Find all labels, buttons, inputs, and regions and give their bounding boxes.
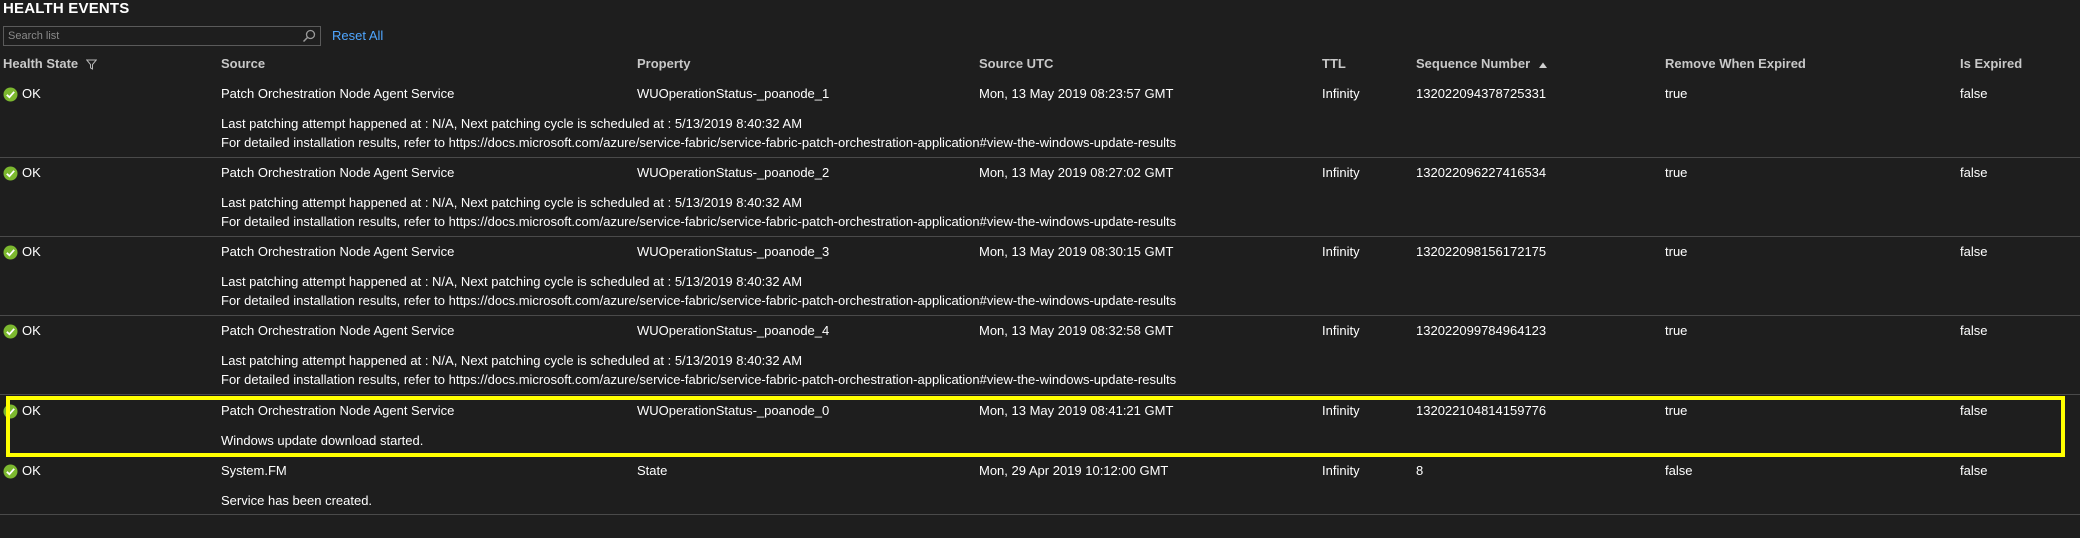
ok-check-icon bbox=[3, 404, 18, 419]
is-expired-cell: false bbox=[1960, 244, 1988, 259]
ttl-cell: Infinity bbox=[1322, 86, 1360, 101]
remove-when-expired-cell: true bbox=[1665, 244, 1688, 259]
source-cell: System.FM bbox=[221, 463, 287, 478]
ttl-cell: Infinity bbox=[1322, 165, 1360, 180]
column-header-sequence-number[interactable]: Sequence Number bbox=[1416, 56, 1548, 71]
ok-check-icon bbox=[3, 166, 18, 181]
health-state-text: OK bbox=[22, 323, 41, 338]
description-line: Service has been created. bbox=[221, 493, 373, 508]
search-box[interactable] bbox=[3, 26, 321, 46]
source-utc-cell: Mon, 29 Apr 2019 10:12:00 GMT bbox=[979, 463, 1169, 478]
ttl-cell: Infinity bbox=[1322, 463, 1360, 478]
table-row[interactable]: OK System.FM State Mon, 29 Apr 2019 10:1… bbox=[0, 463, 2080, 515]
sequence-number-cell: 132022104814159776 bbox=[1416, 403, 1547, 418]
description-line: Last patching attempt happened at : N/A,… bbox=[221, 274, 803, 289]
column-header-health-state[interactable]: Health State bbox=[3, 56, 98, 71]
reset-all-link[interactable]: Reset All bbox=[332, 28, 383, 43]
remove-when-expired-cell: true bbox=[1665, 165, 1688, 180]
search-input[interactable] bbox=[8, 28, 298, 44]
ok-check-icon bbox=[3, 245, 18, 260]
property-cell: WUOperationStatus-_poanode_3 bbox=[637, 244, 830, 259]
is-expired-cell: false bbox=[1960, 165, 1988, 180]
table-row[interactable]: OK Patch Orchestration Node Agent Servic… bbox=[0, 165, 2080, 237]
description-line: For detailed installation results, refer… bbox=[221, 293, 1177, 308]
column-header-source-utc[interactable]: Source UTC bbox=[979, 56, 1053, 71]
remove-when-expired-cell: true bbox=[1665, 403, 1688, 418]
sequence-number-cell: 132022096227416534 bbox=[1416, 165, 1547, 180]
property-cell: State bbox=[637, 463, 668, 478]
health-state-text: OK bbox=[22, 244, 41, 259]
source-utc-cell: Mon, 13 May 2019 08:32:58 GMT bbox=[979, 323, 1174, 338]
description-line: For detailed installation results, refer… bbox=[221, 214, 1177, 229]
is-expired-cell: false bbox=[1960, 463, 1988, 478]
is-expired-cell: false bbox=[1960, 323, 1988, 338]
remove-when-expired-cell: true bbox=[1665, 86, 1688, 101]
remove-when-expired-cell: true bbox=[1665, 323, 1688, 338]
source-cell: Patch Orchestration Node Agent Service bbox=[221, 244, 455, 259]
sequence-number-cell: 8 bbox=[1416, 463, 1424, 478]
table-row[interactable]: OK Patch Orchestration Node Agent Servic… bbox=[0, 323, 2080, 395]
description-line: Last patching attempt happened at : N/A,… bbox=[221, 353, 803, 368]
source-cell: Patch Orchestration Node Agent Service bbox=[221, 165, 455, 180]
property-cell: WUOperationStatus-_poanode_2 bbox=[637, 165, 830, 180]
column-header-label: Sequence Number bbox=[1416, 56, 1531, 71]
ok-check-icon bbox=[3, 87, 18, 102]
sort-ascending-icon[interactable] bbox=[1538, 61, 1548, 69]
source-utc-cell: Mon, 13 May 2019 08:27:02 GMT bbox=[979, 165, 1174, 180]
column-header-source[interactable]: Source bbox=[221, 56, 265, 71]
description-line: For detailed installation results, refer… bbox=[221, 372, 1177, 387]
source-cell: Patch Orchestration Node Agent Service bbox=[221, 403, 455, 418]
column-header-is-expired[interactable]: Is Expired bbox=[1960, 56, 2022, 71]
source-cell: Patch Orchestration Node Agent Service bbox=[221, 323, 455, 338]
sequence-number-cell: 132022099784964123 bbox=[1416, 323, 1547, 338]
source-cell: Patch Orchestration Node Agent Service bbox=[221, 86, 455, 101]
source-utc-cell: Mon, 13 May 2019 08:23:57 GMT bbox=[979, 86, 1174, 101]
description-line: For detailed installation results, refer… bbox=[221, 135, 1177, 150]
is-expired-cell: false bbox=[1960, 86, 1988, 101]
sequence-number-cell: 132022094378725331 bbox=[1416, 86, 1547, 101]
description-line: Windows update download started. bbox=[221, 433, 424, 448]
ttl-cell: Infinity bbox=[1322, 323, 1360, 338]
column-header-label: Health State bbox=[3, 56, 79, 71]
description-line: Last patching attempt happened at : N/A,… bbox=[221, 116, 803, 131]
property-cell: WUOperationStatus-_poanode_4 bbox=[637, 323, 830, 338]
sequence-number-cell: 132022098156172175 bbox=[1416, 244, 1547, 259]
table-row[interactable]: OK Patch Orchestration Node Agent Servic… bbox=[0, 86, 2080, 158]
source-utc-cell: Mon, 13 May 2019 08:41:21 GMT bbox=[979, 403, 1174, 418]
table-row[interactable]: OK Patch Orchestration Node Agent Servic… bbox=[0, 244, 2080, 316]
ok-check-icon bbox=[3, 464, 18, 479]
table-row[interactable]: OK Patch Orchestration Node Agent Servic… bbox=[0, 403, 2080, 455]
remove-when-expired-cell: false bbox=[1665, 463, 1693, 478]
ttl-cell: Infinity bbox=[1322, 403, 1360, 418]
filter-icon[interactable] bbox=[85, 59, 98, 70]
is-expired-cell: false bbox=[1960, 403, 1988, 418]
column-header-remove-when-expired[interactable]: Remove When Expired bbox=[1665, 56, 1806, 71]
health-state-text: OK bbox=[22, 403, 41, 418]
source-utc-cell: Mon, 13 May 2019 08:30:15 GMT bbox=[979, 244, 1174, 259]
description-line: Last patching attempt happened at : N/A,… bbox=[221, 195, 803, 210]
search-icon[interactable] bbox=[302, 29, 316, 43]
column-header-ttl[interactable]: TTL bbox=[1322, 56, 1346, 71]
ttl-cell: Infinity bbox=[1322, 244, 1360, 259]
ok-check-icon bbox=[3, 324, 18, 339]
health-state-text: OK bbox=[22, 463, 41, 478]
property-cell: WUOperationStatus-_poanode_0 bbox=[637, 403, 830, 418]
table-header: Health State Source Property Source UTC … bbox=[0, 54, 2080, 74]
health-state-text: OK bbox=[22, 86, 41, 101]
health-state-text: OK bbox=[22, 165, 41, 180]
column-header-property[interactable]: Property bbox=[637, 56, 690, 71]
section-title: HEALTH EVENTS bbox=[3, 0, 130, 17]
property-cell: WUOperationStatus-_poanode_1 bbox=[637, 86, 830, 101]
